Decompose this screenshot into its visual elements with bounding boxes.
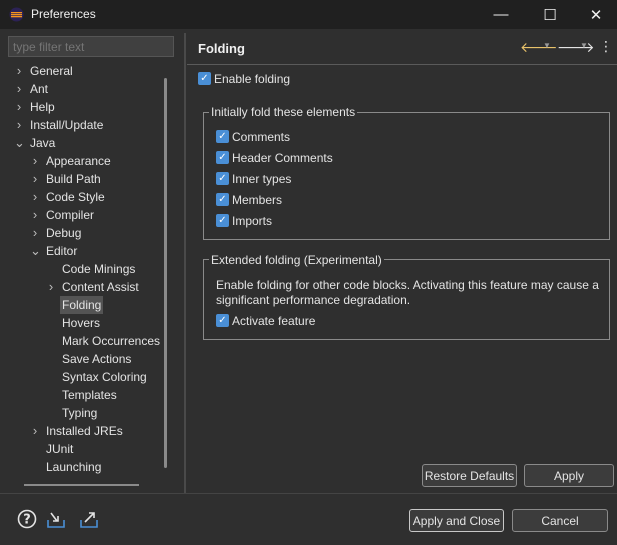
activate-feature-label: Activate feature [232, 314, 316, 328]
chevron-right-icon[interactable]: › [14, 80, 24, 98]
fold-inner-types-checkbox[interactable]: ✓ [216, 172, 229, 185]
back-arrow-icon[interactable]: 🡐 [520, 39, 558, 55]
view-menu-icon[interactable]: ⋮ [599, 38, 613, 55]
maximize-icon: ☐ [543, 6, 557, 24]
fold-imports-checkbox[interactable]: ✓ [216, 214, 229, 227]
tree-item-label: Compiler [46, 208, 95, 222]
extended-folding-group-title: Extended folding (Experimental) [209, 253, 384, 267]
chevron-down-icon[interactable]: ⌄ [14, 134, 25, 152]
window-title: Preferences [31, 7, 96, 21]
tree-item-label: Appearance [46, 154, 111, 168]
extended-folding-description: Enable folding for other code blocks. Ac… [216, 278, 599, 307]
tree-horizontal-scrollbar[interactable] [24, 484, 139, 486]
tree-item-label: Debug [46, 226, 82, 240]
title-separator [187, 64, 617, 65]
minimize-button[interactable]: — [478, 0, 524, 29]
chevron-right-icon[interactable]: › [30, 170, 40, 188]
tree-item-label: Install/Update [30, 118, 104, 132]
apply-button[interactable]: Apply [524, 464, 614, 487]
tree-item-label: Code Minings [62, 262, 136, 276]
tree-item-label: Content Assist [62, 280, 139, 294]
tree-item-label: Syntax Coloring [62, 370, 147, 384]
tree-item-label: Launching [46, 460, 102, 474]
filter-input[interactable] [8, 36, 174, 57]
chevron-right-icon[interactable]: › [46, 278, 56, 296]
tree-item-label: Typing [62, 406, 98, 420]
footer-separator [0, 493, 617, 494]
fold-header-comments-checkbox[interactable]: ✓ [216, 151, 229, 164]
tree-item-label: Folding [60, 296, 104, 314]
eclipse-logo-icon [9, 7, 24, 22]
fold-item-label: Header Comments [232, 151, 333, 165]
chevron-right-icon[interactable]: › [30, 422, 40, 440]
tree-item-label: Ant [30, 82, 49, 96]
tree-item-label: Templates [62, 388, 117, 402]
forward-dropdown-icon[interactable]: ▼ [580, 41, 588, 50]
tree-item-label: JUnit [46, 442, 74, 456]
fold-members-checkbox[interactable]: ✓ [216, 193, 229, 206]
fold-item-label: Members [232, 193, 283, 207]
chevron-right-icon[interactable]: › [30, 206, 40, 224]
tree-item-label: Installed JREs [46, 424, 123, 438]
help-icon[interactable]: ? [17, 509, 37, 529]
tree-item-label: Mark Occurrences [62, 334, 161, 348]
title-bar: Preferences — ☐ ✕ [0, 0, 617, 29]
tree-item-label: Hovers [62, 316, 101, 330]
tree-item-label: Help [30, 100, 55, 114]
initial-fold-group-title: Initially fold these elements [209, 105, 358, 119]
chevron-right-icon[interactable]: › [14, 62, 24, 80]
minimize-icon: — [493, 6, 509, 23]
tree-item-label: Editor [46, 244, 78, 258]
svg-text:?: ? [23, 513, 31, 528]
page-title: Folding [198, 41, 245, 56]
maximize-button[interactable]: ☐ [527, 0, 573, 29]
export-icon[interactable] [79, 509, 99, 529]
chevron-right-icon[interactable]: › [14, 98, 24, 116]
folding-preference-page: Folding 🡐 ▼ 🡒 ▼ ⋮ ✓ Enable folding Initi… [187, 33, 617, 493]
tree-vertical-scrollbar[interactable] [164, 78, 167, 468]
tree-item-label: Java [30, 136, 56, 150]
chevron-down-icon[interactable]: ⌄ [30, 242, 41, 260]
close-icon: ✕ [589, 6, 603, 24]
chevron-right-icon[interactable]: › [14, 116, 24, 134]
enable-folding-checkbox[interactable]: ✓ [198, 72, 211, 85]
fold-item-label: Comments [232, 130, 291, 144]
fold-item-label: Inner types [232, 172, 292, 186]
tree-item-label: General [30, 64, 73, 78]
chevron-right-icon[interactable]: › [30, 152, 40, 170]
forward-arrow-icon[interactable]: 🡒 [557, 39, 595, 55]
fold-item-label: Imports [232, 214, 273, 228]
chevron-right-icon[interactable]: › [30, 188, 40, 206]
apply-and-close-button[interactable]: Apply and Close [409, 509, 504, 532]
panel-splitter[interactable] [184, 33, 186, 493]
tree-item-label: Code Style [46, 190, 105, 204]
tree-item-label: Build Path [46, 172, 101, 186]
close-button[interactable]: ✕ [573, 0, 617, 29]
restore-defaults-button[interactable]: Restore Defaults [422, 464, 517, 487]
cancel-button[interactable]: Cancel [512, 509, 608, 532]
fold-comments-checkbox[interactable]: ✓ [216, 130, 229, 143]
activate-feature-checkbox[interactable]: ✓ [216, 314, 229, 327]
import-icon[interactable] [46, 509, 66, 529]
preferences-tree: › General › Ant › Help › Install/Update ⌄ Java › Ap… [8, 60, 175, 492]
back-dropdown-icon[interactable]: ▼ [543, 41, 551, 50]
enable-folding-label: Enable folding [214, 72, 291, 86]
tree-item-label: Save Actions [62, 352, 132, 366]
chevron-right-icon[interactable]: › [30, 224, 40, 242]
